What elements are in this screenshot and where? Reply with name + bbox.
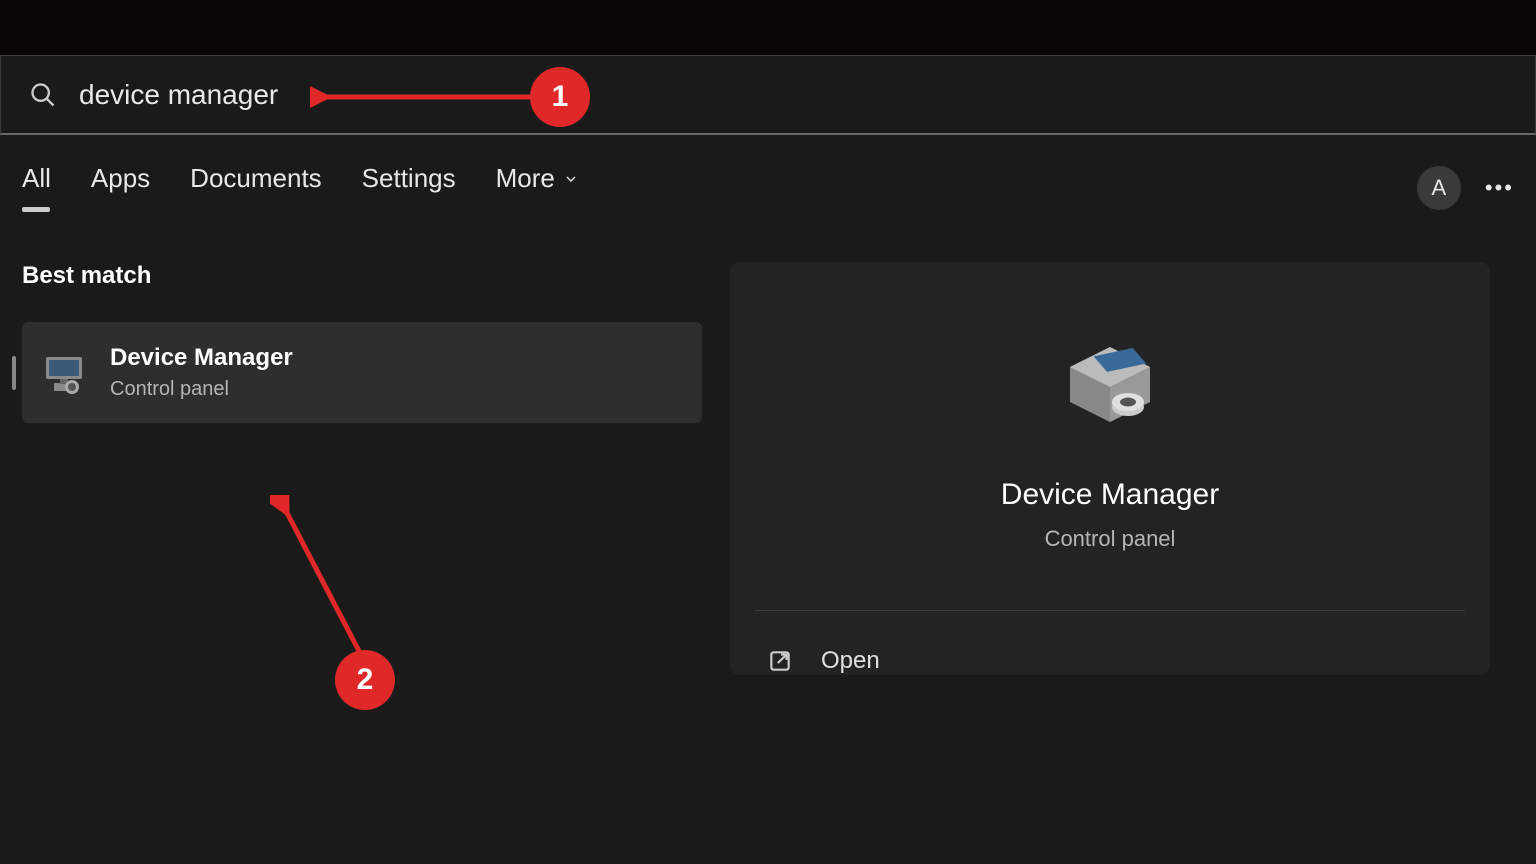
tab-apps[interactable]: Apps [91,163,150,212]
annotation-marker-2: 2 [335,650,395,710]
open-action[interactable]: Open [755,647,1465,675]
search-bar[interactable] [0,55,1536,135]
tab-all[interactable]: All [22,163,51,212]
result-title: Device Manager [110,344,293,372]
open-external-icon [767,648,793,674]
detail-subtitle: Control panel [1045,526,1176,552]
annotation-arrow-2 [270,495,390,665]
tab-documents[interactable]: Documents [190,163,322,212]
search-icon [29,81,57,109]
best-match-header: Best match [22,262,700,290]
device-manager-large-icon [1050,332,1170,442]
result-subtitle: Control panel [110,378,293,401]
device-manager-icon [40,349,88,397]
user-avatar[interactable]: A [1417,166,1461,210]
top-strip [0,0,1536,55]
detail-pane: Device Manager Control panel Open [730,262,1490,675]
tab-more[interactable]: More [496,163,579,212]
more-options-button[interactable]: ••• [1485,175,1514,201]
tab-more-label: More [496,163,555,194]
open-label: Open [821,647,880,675]
result-device-manager[interactable]: Device Manager Control panel [22,322,702,423]
divider [755,610,1465,611]
annotation-marker-1: 1 [530,67,590,127]
search-filter-tabs: All Apps Documents Settings More A ••• [0,135,1536,212]
tab-settings[interactable]: Settings [362,163,456,212]
chevron-down-icon [563,171,579,187]
annotation-arrow-1 [310,82,540,112]
detail-title: Device Manager [1001,478,1219,512]
